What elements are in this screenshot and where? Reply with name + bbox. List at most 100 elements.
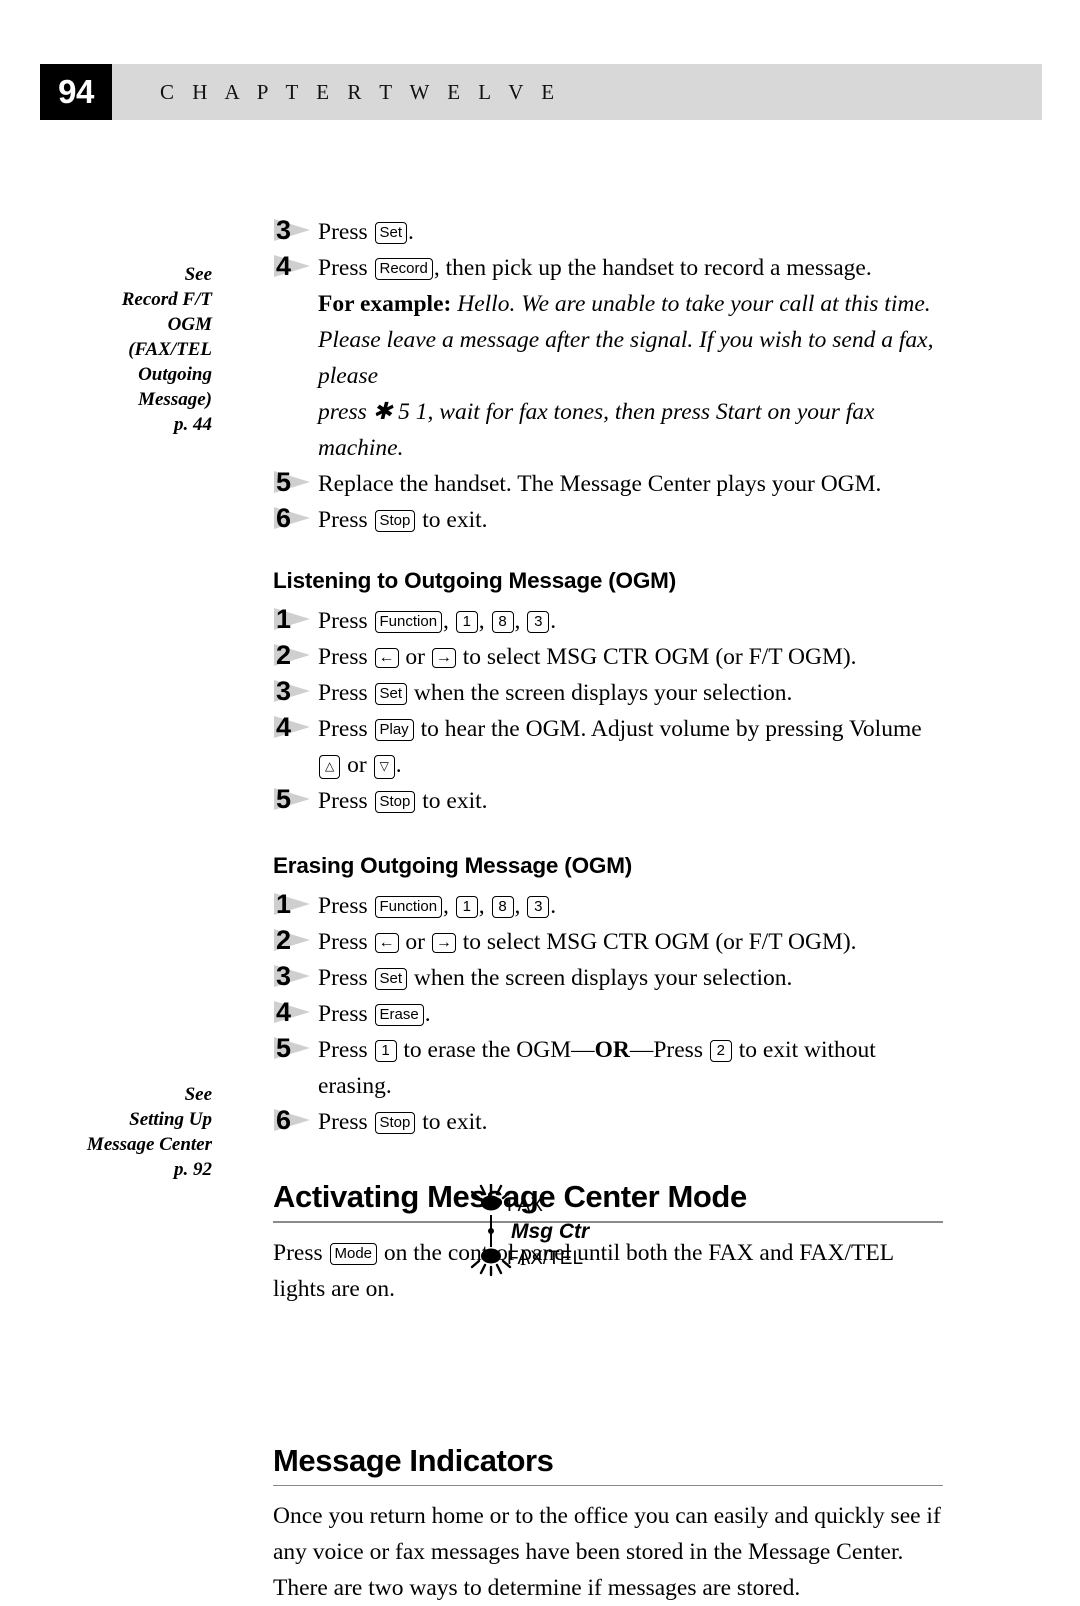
step-item: 1 Press Function, 1, 8, 3. bbox=[273, 888, 943, 924]
step-text-run: or bbox=[341, 752, 373, 778]
step-number-marker: 4 bbox=[273, 250, 313, 282]
example-text: Hello. We are unable to take your call a… bbox=[451, 291, 931, 317]
step-text-run: Press bbox=[318, 929, 374, 955]
step-number: 2 bbox=[276, 925, 292, 955]
key-digit-1[interactable]: 1 bbox=[374, 1040, 397, 1062]
margin-note-line: p. 44 bbox=[174, 414, 212, 435]
led-label-fax: FAX bbox=[507, 1195, 543, 1216]
step-number-marker: 5 bbox=[273, 783, 313, 815]
example-text: press ✱ 5 1, wait for fax tones, then pr… bbox=[318, 399, 875, 461]
step-text-run: to exit. bbox=[416, 788, 488, 814]
step-body: Press Function, 1, 8, 3. bbox=[318, 888, 943, 924]
step-number: 3 bbox=[276, 215, 292, 245]
step-item: 3 Press Set when the screen displays your… bbox=[273, 960, 943, 996]
message-indicators-paragraph: Once you return home or to the office yo… bbox=[273, 1503, 941, 1601]
key-play[interactable]: Play bbox=[374, 719, 414, 741]
key-arrow-left[interactable]: ← bbox=[374, 933, 399, 953]
step-text-run: Press bbox=[318, 507, 374, 533]
key-stop[interactable]: Stop bbox=[374, 791, 416, 813]
key-function[interactable]: Function bbox=[374, 896, 443, 918]
step-text-run: Press bbox=[318, 716, 374, 742]
step-text-run: Press bbox=[318, 644, 374, 670]
step-number-marker: 2 bbox=[273, 924, 313, 956]
step-body: Press ← or → to select MSG CTR OGM (or F… bbox=[318, 924, 943, 960]
example-text: please bbox=[318, 363, 379, 389]
step-text-run: to select MSG CTR OGM (or F/T OGM). bbox=[456, 644, 857, 670]
margin-note-record-ft-ogm: See Record F/T OGM (FAX/TEL Outgoing Message)… bbox=[52, 262, 212, 437]
subheading-listening-to-ogm: Listening to Outgoing Message (OGM) bbox=[273, 568, 676, 593]
step-text-run: to erase the OGM— bbox=[397, 1037, 595, 1063]
step-text-run: Press bbox=[273, 1239, 329, 1266]
step-item: 5 Press Stop to exit. bbox=[273, 783, 943, 819]
key-digit-8[interactable]: 8 bbox=[491, 896, 514, 918]
step-number: 1 bbox=[276, 889, 292, 919]
page-number: 94 bbox=[40, 64, 112, 120]
step-item: 4 Press Play to hear the OGM. Adjust volu… bbox=[273, 711, 943, 783]
key-stop[interactable]: Stop bbox=[374, 1112, 416, 1134]
step-text-run: , bbox=[514, 608, 527, 634]
key-stop[interactable]: Stop bbox=[374, 510, 416, 532]
step-number: 1 bbox=[276, 604, 292, 634]
step-item: 4 Press Record, then pick up the handset … bbox=[273, 250, 943, 286]
step-text-run: to select MSG CTR OGM (or F/T OGM). bbox=[456, 929, 857, 955]
key-digit-1[interactable]: 1 bbox=[455, 611, 478, 633]
key-set[interactable]: Set bbox=[374, 968, 408, 990]
key-digit-3[interactable]: 3 bbox=[527, 611, 550, 633]
step-text-run: when the screen displays your selection. bbox=[408, 680, 793, 706]
step-text-run: . bbox=[550, 608, 557, 634]
key-digit-8[interactable]: 8 bbox=[491, 611, 514, 633]
step-number: 5 bbox=[276, 1033, 292, 1063]
key-erase[interactable]: Erase bbox=[374, 1004, 424, 1026]
step-text-run: Press bbox=[318, 788, 374, 814]
step-text-run: Press bbox=[318, 219, 374, 245]
key-arrow-right[interactable]: → bbox=[431, 648, 456, 668]
step-item: 1 Press Function, 1, 8, 3. bbox=[273, 603, 943, 639]
step-text-run: Press bbox=[318, 1037, 374, 1063]
step-text-run: Press bbox=[318, 255, 374, 281]
step-text-run: Press bbox=[318, 965, 374, 991]
step-item: 2 Press ← or → to select MSG CTR OGM (or … bbox=[273, 924, 943, 960]
step-text-run: to exit. bbox=[416, 1109, 488, 1135]
example-text: Please leave a message after the signal.… bbox=[318, 327, 934, 353]
step-item: 6 Press Stop to exit. bbox=[273, 502, 943, 538]
key-function[interactable]: Function bbox=[374, 611, 443, 633]
step-body: Press Set when the screen displays your … bbox=[318, 675, 943, 711]
step-number-marker: 2 bbox=[273, 639, 313, 671]
example-lead-label: For example: bbox=[318, 291, 452, 317]
key-digit-1[interactable]: 1 bbox=[455, 896, 478, 918]
step-number: 3 bbox=[276, 676, 292, 706]
step-text-run: or bbox=[399, 644, 431, 670]
key-record[interactable]: Record bbox=[374, 258, 433, 280]
key-volume-up[interactable]: △ bbox=[319, 755, 341, 779]
step-number-marker: 4 bbox=[273, 996, 313, 1028]
for-example-block: For example: Hello. We are unable to tak… bbox=[273, 286, 943, 466]
key-set[interactable]: Set bbox=[374, 683, 408, 705]
key-digit-3[interactable]: 3 bbox=[527, 896, 550, 918]
key-digit-2[interactable]: 2 bbox=[709, 1040, 732, 1062]
step-text-run: . bbox=[395, 752, 402, 778]
content-column: 3 Press Set. 4 Press Record, then pick up t… bbox=[273, 0, 943, 1606]
key-volume-down[interactable]: ▽ bbox=[373, 755, 395, 779]
step-text-run: , bbox=[514, 893, 527, 919]
step-item: 6 Press Stop to exit. bbox=[273, 1104, 943, 1140]
led-indicator-diagram: FAX Msg Ctr FAX/TEL bbox=[455, 1182, 675, 1284]
step-number: 4 bbox=[276, 251, 292, 281]
steps-record-ogm: 3 Press Set. 4 Press Record, then pick up t… bbox=[273, 214, 943, 286]
key-set[interactable]: Set bbox=[374, 222, 408, 244]
margin-note-line: OGM bbox=[167, 314, 212, 335]
step-text-run: to hear the OGM. Adjust volume by pressi… bbox=[414, 716, 922, 742]
step-number-marker: 4 bbox=[273, 711, 313, 743]
step-text-run: when the screen displays your selection. bbox=[408, 965, 793, 991]
step-number: 3 bbox=[276, 961, 292, 991]
step-text-run: Press bbox=[318, 893, 374, 919]
step-number-marker: 6 bbox=[273, 1104, 313, 1136]
fax-tel-lamp-bulb-icon bbox=[481, 1248, 501, 1264]
step-body: Press Erase. bbox=[318, 996, 943, 1032]
key-arrow-left[interactable]: ← bbox=[374, 648, 399, 668]
step-text-run: . bbox=[408, 219, 414, 245]
key-mode[interactable]: Mode bbox=[329, 1242, 378, 1265]
step-body: Press Stop to exit. bbox=[318, 502, 943, 538]
step-number: 6 bbox=[276, 503, 292, 533]
key-arrow-right[interactable]: → bbox=[431, 933, 456, 953]
step-body: Press Stop to exit. bbox=[318, 783, 943, 819]
